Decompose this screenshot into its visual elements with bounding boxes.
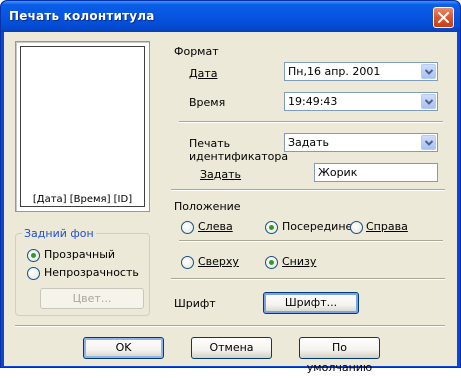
transparent-radio[interactable] (27, 249, 40, 262)
opacity-radio[interactable] (27, 267, 40, 280)
set-input-value: Жорик (318, 166, 358, 179)
chevron-down-icon[interactable] (421, 64, 436, 79)
time-label: Время (189, 96, 226, 109)
date-select-value: Пн,16 апр. 2001 (288, 65, 381, 78)
top-radio[interactable] (181, 256, 194, 269)
section-separator (171, 189, 445, 191)
date-label: Дата (189, 67, 218, 80)
window-title: Печать колонтитула (9, 9, 155, 23)
format-heading: Формат (174, 45, 219, 58)
print-id-label-line1: Печать (189, 137, 231, 150)
bottom-radio[interactable] (265, 256, 278, 269)
time-select-value: 19:49:43 (288, 95, 338, 108)
background-group-caption: Задний фон (22, 227, 96, 240)
position-heading: Положение (174, 200, 241, 213)
font-label: Шрифт (174, 297, 216, 310)
left-label: Слева (198, 220, 233, 233)
left-radio[interactable] (181, 221, 194, 234)
ok-button[interactable]: OK (83, 337, 164, 359)
set-label: Задать (200, 168, 242, 181)
print-id-select[interactable]: Задать (284, 133, 438, 152)
bottom-separator (15, 325, 445, 327)
time-select[interactable]: 19:49:43 (284, 92, 438, 111)
format-separator (179, 121, 443, 123)
print-id-select-value: Задать (288, 136, 330, 149)
right-radio[interactable] (350, 221, 363, 234)
date-select[interactable]: Пн,16 апр. 2001 (284, 62, 438, 81)
chevron-down-icon[interactable] (421, 135, 436, 150)
preview-text: [Дата] [Время] [ID] (32, 194, 133, 205)
chevron-down-icon[interactable] (421, 94, 436, 109)
top-label: Сверху (198, 255, 239, 268)
center-label: Посередине (282, 220, 353, 233)
title-bar[interactable]: Печать колонтитула (1, 1, 460, 32)
set-input[interactable]: Жорик (314, 163, 438, 182)
print-id-label-line2: идентификатора (189, 150, 289, 163)
default-button[interactable]: По умолчанию (299, 337, 380, 374)
transparent-label: Прозрачный (44, 248, 116, 261)
bottom-label: Снизу (282, 255, 317, 268)
position-separator (179, 240, 443, 242)
dialog-body: [Дата] [Время] [ID] Задний фон Прозрачны… (4, 32, 457, 374)
color-button[interactable]: Цвет... (40, 288, 144, 309)
font-separator (171, 278, 445, 280)
dialog-window: Печать колонтитула [Дата] [Время] [ID] З… (0, 0, 461, 374)
font-button[interactable]: Шрифт... (263, 292, 359, 314)
preview-page: [Дата] [Время] [ID] (20, 46, 145, 207)
close-button[interactable] (433, 7, 454, 28)
cancel-button[interactable]: Отмена (191, 337, 272, 359)
center-radio[interactable] (265, 221, 278, 234)
preview-pane: [Дата] [Время] [ID] (15, 41, 150, 212)
right-label: Справа (366, 220, 408, 233)
opacity-label: Непрозрачность (44, 266, 139, 279)
